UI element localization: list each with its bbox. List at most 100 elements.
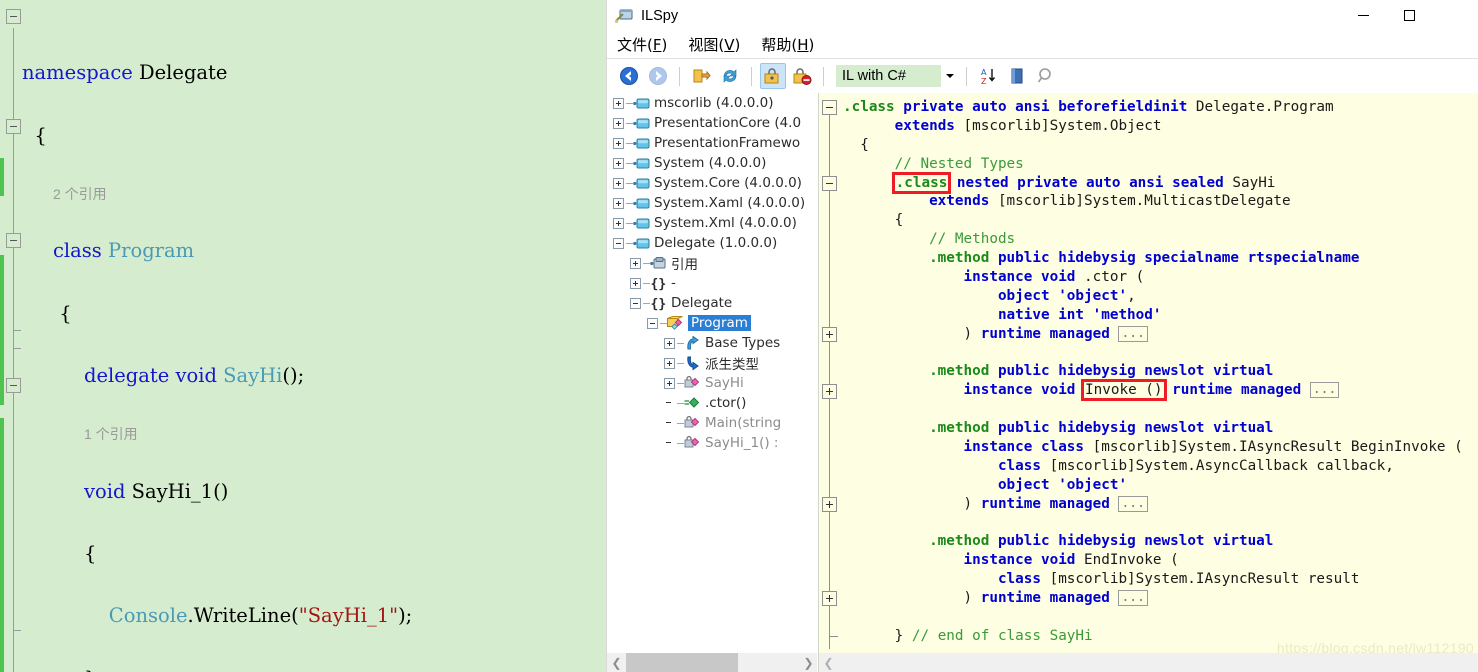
il-token: private auto ansi beforefieldinit: [903, 99, 1188, 115]
fold-toggle-collapsed[interactable]: [822, 383, 837, 399]
fold-toggle-expanded[interactable]: [822, 100, 837, 115]
fold-toggle-sayhi1[interactable]: [6, 233, 21, 248]
fold-toggle-class[interactable]: [6, 119, 21, 134]
codelens-ref-2[interactable]: 2 个引用: [22, 182, 454, 204]
il-token: [843, 231, 929, 247]
chevron-left-icon[interactable]: ❮: [819, 653, 838, 672]
sort-button[interactable]: A Z: [975, 63, 1001, 89]
tree-expander-plus[interactable]: [613, 117, 624, 129]
tree-item-label: Main(string: [705, 415, 782, 431]
tree-expander-minus[interactable]: [630, 297, 641, 309]
fold-toggle-namespace[interactable]: [6, 9, 21, 24]
menu-view[interactable]: 视图(V): [688, 34, 740, 55]
il-token: [843, 288, 998, 304]
tree-expander-plus[interactable]: [613, 217, 624, 229]
scrollbar-thumb[interactable]: [626, 653, 738, 672]
fold-toggle-collapsed[interactable]: [822, 326, 837, 342]
il-token: nested private auto ansi sealed: [956, 174, 1224, 191]
search-button[interactable]: [1033, 63, 1059, 89]
tree-expander-plus[interactable]: [613, 197, 624, 209]
collapsed-body-ellipsis[interactable]: ...: [1118, 325, 1148, 342]
tree-item-presentationframewo[interactable]: PresentationFramewo: [607, 133, 817, 153]
il-token: runtime managed: [980, 590, 1110, 607]
tree-item-mscorlib-4.0.0.0-[interactable]: mscorlib (4.0.0.0): [607, 93, 817, 113]
forward-button[interactable]: [645, 63, 671, 89]
assembly-tree[interactable]: mscorlib (4.0.0.0) PresentationCore (4.0 P…: [607, 93, 817, 653]
tree-item-label: 引用: [671, 257, 698, 273]
il-token: extends: [929, 193, 990, 210]
tree-item-system.core-4.0.0.0-[interactable]: System.Core (4.0.0.0): [607, 173, 817, 193]
tree-item-presentationcore-4.0[interactable]: PresentationCore (4.0: [607, 113, 817, 133]
tree-item-delegate[interactable]: {} Delegate: [607, 293, 817, 313]
chevron-left-icon[interactable]: ❮: [607, 653, 626, 672]
show-internal-types-button[interactable]: [760, 63, 786, 89]
fold-toggle-main[interactable]: [6, 378, 21, 393]
tree-item-.ctor-[interactable]: .ctor(): [607, 393, 817, 413]
fold-toggle-expanded[interactable]: [822, 175, 837, 191]
show-internal-types-icon: [764, 68, 779, 84]
source-code-text[interactable]: namespace Delegate { 2 个引用 class Program…: [22, 26, 454, 672]
tree-expander-plus[interactable]: [613, 177, 624, 189]
window-title: ILSpy: [641, 7, 679, 24]
il-token: [843, 307, 998, 323]
tree-expander-minus[interactable]: [647, 317, 658, 329]
menu-help[interactable]: 帮助(H): [761, 34, 814, 55]
toolbar-separator: [679, 66, 680, 86]
tree-expander-plus[interactable]: [613, 157, 624, 169]
language-dropdown-button[interactable]: [941, 65, 958, 87]
tree-expander-plus[interactable]: [664, 357, 675, 369]
hide-private-members-button[interactable]: [789, 63, 815, 89]
il-code-text[interactable]: .class private auto ansi beforefieldinit…: [843, 98, 1463, 646]
il-token: [1301, 382, 1310, 398]
tree-expander-plus[interactable]: [630, 277, 641, 289]
fold-toggle-collapsed[interactable]: [822, 591, 837, 607]
collapsed-body-ellipsis[interactable]: ...: [1118, 590, 1148, 607]
il-code-panel[interactable]: .class private auto ansi beforefieldinit…: [818, 93, 1478, 672]
chevron-right-icon[interactable]: ❯: [799, 653, 817, 672]
il-token: [843, 477, 998, 493]
fold-toggle-collapsed[interactable]: [822, 496, 837, 512]
tree-expander-plus[interactable]: [630, 257, 641, 269]
tree-expander-plus[interactable]: [613, 137, 624, 149]
refresh-button[interactable]: [717, 63, 743, 89]
il-token: [1110, 590, 1119, 606]
minimize-icon: [1357, 15, 1369, 16]
tree-horizontal-scrollbar[interactable]: ❮ ❯: [607, 653, 817, 672]
namespace-icon: {}: [650, 296, 667, 312]
tree-item--[interactable]: 派生类型: [607, 353, 817, 373]
open-assembly-button[interactable]: [688, 63, 714, 89]
language-combobox[interactable]: IL with C#: [836, 65, 958, 87]
base-types-icon: [684, 335, 701, 351]
assembly-icon: [633, 178, 650, 188]
collapsed-body-ellipsis[interactable]: ...: [1309, 382, 1340, 399]
codelens-ref-1[interactable]: 1 个引用: [22, 422, 454, 444]
tree-expander-plus[interactable]: [613, 97, 624, 109]
tree-expander-minus[interactable]: [613, 237, 624, 249]
tree-expander-plus[interactable]: [664, 337, 675, 349]
maximize-button[interactable]: [1386, 0, 1432, 31]
back-button[interactable]: [616, 63, 642, 89]
il-token: {: [843, 212, 904, 229]
tree-item-system.xaml-4.0.0.0-[interactable]: System.Xaml (4.0.0.0): [607, 193, 817, 213]
menu-file[interactable]: 文件(F): [617, 34, 667, 55]
il-horizontal-scrollbar[interactable]: ❮: [819, 653, 1478, 672]
tree-item-system-4.0.0.0-[interactable]: System (4.0.0.0): [607, 153, 817, 173]
collapse-button[interactable]: [1004, 63, 1030, 89]
tree-item-sayhi_1-[interactable]: SayHi_1() :: [607, 433, 817, 453]
tree-expander-plus[interactable]: [664, 377, 675, 389]
tree-item-main-string[interactable]: Main(string: [607, 413, 817, 433]
assembly-tree-panel[interactable]: mscorlib (4.0.0.0) PresentationCore (4.0 P…: [607, 93, 818, 672]
tree-connector: [677, 442, 684, 444]
visual-studio-code-editor[interactable]: namespace Delegate { 2 个引用 class Program…: [0, 0, 606, 672]
tree-item-delegate-1.0.0.0-[interactable]: Delegate (1.0.0.0): [607, 233, 817, 253]
minimize-button[interactable]: [1340, 0, 1386, 31]
tree-item-base-types[interactable]: Base Types: [607, 333, 817, 353]
tree-item-sayhi[interactable]: SayHi: [607, 373, 817, 393]
tree-item--[interactable]: {} -: [607, 273, 817, 293]
tree-item-system.xml-4.0.0.0-[interactable]: System.Xml (4.0.0.0): [607, 213, 817, 233]
collapsed-body-ellipsis[interactable]: ...: [1118, 495, 1148, 512]
tree-item--[interactable]: 引用: [607, 253, 817, 273]
svg-text:{}: {}: [651, 297, 667, 311]
tree-expander-none: [664, 418, 675, 429]
tree-item-program[interactable]: Program: [607, 313, 817, 333]
